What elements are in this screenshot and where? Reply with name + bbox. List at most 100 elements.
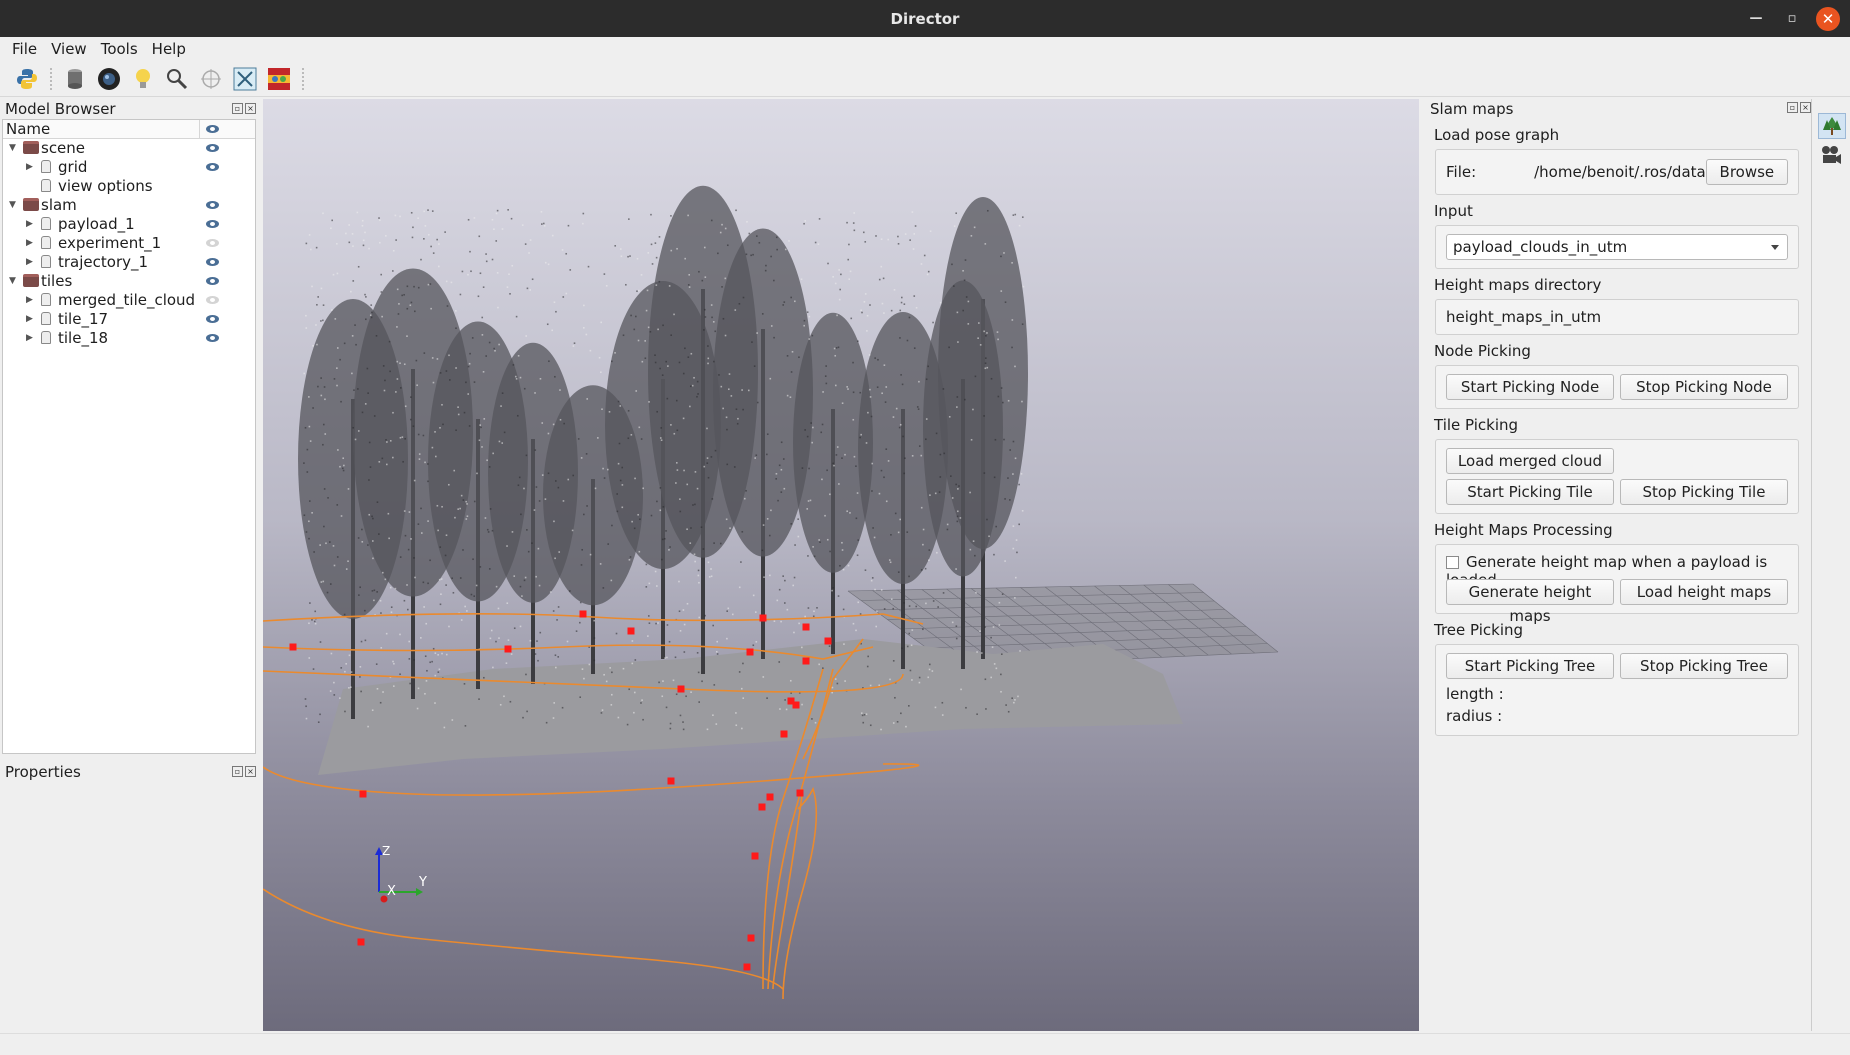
lightbulb-icon[interactable] — [130, 66, 156, 92]
fit-view-icon[interactable] — [232, 66, 258, 92]
tree-row[interactable]: ▼ scene — [3, 139, 255, 158]
load-height-maps-button[interactable]: Load height maps — [1620, 579, 1788, 605]
collapse-arrow-icon[interactable]: ▶ — [26, 329, 33, 348]
tree-row-label: trajectory_1 — [58, 253, 149, 271]
float-icon[interactable]: ▫ — [1787, 102, 1798, 113]
3d-viewport[interactable]: Z X Y — [263, 99, 1419, 1031]
pose-node — [796, 789, 804, 797]
object-icon — [41, 255, 51, 268]
slam-maps-title: Slam maps — [1430, 100, 1514, 118]
tile-picking-label: Tile Picking — [1434, 416, 1519, 434]
menu-bar: File View Tools Help — [0, 37, 1850, 61]
folder-icon — [23, 274, 39, 287]
tree-row[interactable]: ▶ tile_17 — [3, 310, 255, 329]
start-picking-tile-button[interactable]: Start Picking Tile — [1446, 479, 1614, 505]
visibility-eye-icon[interactable] — [206, 239, 219, 247]
tree-row[interactable]: view options — [3, 177, 255, 196]
tree-row-label: tile_17 — [58, 310, 109, 328]
pose-node — [579, 610, 587, 618]
tree-row[interactable]: ▶ trajectory_1 — [3, 253, 255, 272]
python-icon[interactable] — [14, 66, 40, 92]
stop-picking-tree-button[interactable]: Stop Picking Tree — [1620, 653, 1788, 679]
collapse-arrow-icon[interactable]: ▶ — [26, 310, 33, 329]
expand-arrow-icon[interactable]: ▼ — [9, 272, 16, 291]
pose-node — [627, 627, 635, 635]
visibility-eye-icon[interactable] — [206, 277, 219, 285]
menu-tools[interactable]: Tools — [95, 40, 144, 58]
ground-cloud — [318, 639, 1183, 775]
collapse-arrow-icon[interactable]: ▶ — [26, 291, 33, 310]
menu-help[interactable]: Help — [146, 40, 192, 58]
tree-picking-label: Tree Picking — [1434, 621, 1524, 639]
tree-row-label: payload_1 — [58, 215, 135, 233]
tree-row-label: scene — [41, 139, 86, 157]
generate-on-load-option[interactable]: Generate height map when a payload is lo… — [1446, 553, 1788, 589]
visibility-eye-icon[interactable] — [206, 315, 219, 323]
colormap-icon[interactable] — [266, 66, 292, 92]
tree-icon[interactable] — [1818, 113, 1846, 139]
visibility-eye-icon[interactable] — [206, 201, 219, 209]
magnifier-icon[interactable] — [164, 66, 190, 92]
minimize-icon[interactable]: — — [1744, 7, 1768, 31]
database-icon[interactable] — [62, 66, 88, 92]
pose-node — [667, 777, 675, 785]
stop-picking-node-button[interactable]: Stop Picking Node — [1620, 374, 1788, 400]
toolbar-separator — [50, 67, 52, 90]
tree-row[interactable]: ▼ tiles — [3, 272, 255, 291]
pose-node — [677, 685, 685, 693]
movie-camera-icon[interactable] — [1820, 145, 1844, 167]
collapse-arrow-icon[interactable]: ▶ — [26, 215, 33, 234]
close-icon[interactable]: × — [1800, 102, 1811, 113]
camera-lens-icon[interactable] — [96, 66, 122, 92]
pose-node — [824, 637, 832, 645]
expand-arrow-icon[interactable]: ▼ — [9, 139, 16, 158]
pose-node — [747, 934, 755, 942]
pose-node — [780, 730, 788, 738]
input-select[interactable]: payload_clouds_in_utm — [1446, 234, 1788, 260]
browse-button[interactable]: Browse — [1705, 159, 1788, 185]
float-icon[interactable]: ▫ — [232, 103, 243, 114]
tree-row[interactable]: ▶ experiment_1 — [3, 234, 255, 253]
pose-node — [802, 623, 810, 631]
load-merged-cloud-button[interactable]: Load merged cloud — [1446, 448, 1614, 474]
collapse-arrow-icon[interactable]: ▶ — [26, 234, 33, 253]
expand-arrow-icon[interactable]: ▼ — [9, 196, 16, 215]
maximize-icon[interactable]: ▫ — [1780, 7, 1804, 31]
generate-on-load-checkbox[interactable] — [1446, 556, 1459, 569]
pose-node — [751, 852, 759, 860]
object-icon — [41, 293, 51, 306]
close-icon[interactable]: × — [245, 103, 256, 114]
tree-row[interactable]: ▶ payload_1 — [3, 215, 255, 234]
menu-view[interactable]: View — [45, 40, 93, 58]
point-cloud-scene — [263, 185, 1279, 1000]
slam-dock-buttons: ▫ × — [1787, 102, 1811, 113]
visibility-eye-icon[interactable] — [206, 220, 219, 228]
start-picking-node-button[interactable]: Start Picking Node — [1446, 374, 1614, 400]
visibility-eye-icon[interactable] — [206, 334, 219, 342]
start-picking-tree-button[interactable]: Start Picking Tree — [1446, 653, 1614, 679]
stop-picking-tile-button[interactable]: Stop Picking Tile — [1620, 479, 1788, 505]
menu-file[interactable]: File — [6, 40, 43, 58]
tree-row[interactable]: ▶ grid — [3, 158, 255, 177]
close-icon[interactable]: × — [245, 766, 256, 777]
tree-row-label: tile_18 — [58, 329, 109, 347]
tree-row[interactable]: ▶ merged_tile_cloud — [3, 291, 255, 310]
generate-height-maps-button[interactable]: Generate height maps — [1446, 579, 1614, 625]
tree-row-label: merged_tile_cloud — [58, 291, 196, 309]
crosshair-icon[interactable] — [198, 66, 224, 92]
visibility-eye-icon[interactable] — [206, 163, 219, 171]
collapse-arrow-icon[interactable]: ▶ — [26, 158, 33, 177]
visibility-eye-icon[interactable] — [206, 258, 219, 266]
folder-icon — [23, 141, 39, 154]
model-tree[interactable]: Name ▼ scene ▶ grid view options ▼ slam ▶ payloa… — [2, 119, 256, 754]
close-icon[interactable]: ✕ — [1816, 6, 1840, 31]
pose-node — [759, 614, 767, 622]
node-picking-label: Node Picking — [1434, 342, 1531, 360]
float-icon[interactable]: ▫ — [232, 766, 243, 777]
visibility-eye-icon[interactable] — [206, 296, 219, 304]
collapse-arrow-icon[interactable]: ▶ — [26, 253, 33, 272]
tree-row[interactable]: ▼ slam — [3, 196, 255, 215]
visibility-eye-icon[interactable] — [206, 144, 219, 152]
column-name: Name — [6, 120, 51, 138]
tree-row[interactable]: ▶ tile_18 — [3, 329, 255, 348]
